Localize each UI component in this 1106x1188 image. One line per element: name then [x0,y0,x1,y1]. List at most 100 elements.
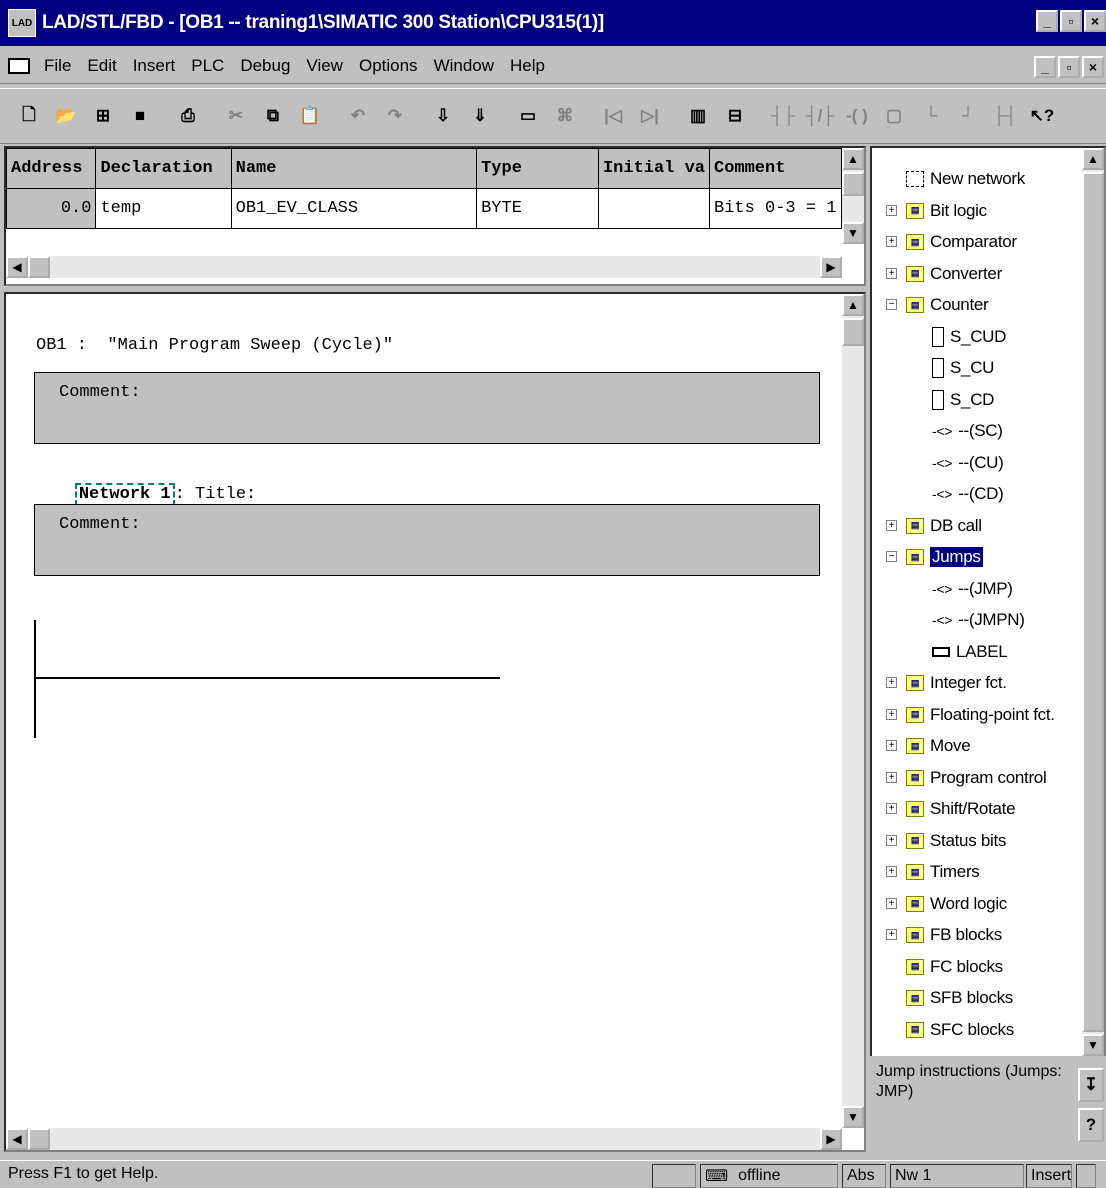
menu-view[interactable]: View [298,56,351,76]
copy-icon[interactable]: ⧉ [256,98,290,134]
catalog-item[interactable]: -<> --(SC) [932,416,1003,446]
undo-icon[interactable]: ↶ [341,98,375,134]
expand-icon[interactable]: + [886,204,897,216]
decl-vertical-scrollbar[interactable]: ▲ ▼ [842,148,864,244]
catalog-item[interactable]: S_CUD [932,322,1006,352]
catalog-icon[interactable]: ▥ [681,98,715,134]
network-label[interactable]: Network 1 [74,483,175,506]
catalog-vertical-scrollbar[interactable]: ▲ ▼ [1082,148,1104,1056]
network-comment-box[interactable]: Comment: [34,504,820,576]
catalog-item[interactable]: + ▤ Floating-point fct. [886,700,1055,730]
overview-icon[interactable]: ▭ [511,98,545,134]
catalog-item[interactable]: − ▤ Counter [886,290,989,320]
document-icon[interactable] [8,57,30,74]
expand-icon[interactable]: + [886,929,897,940]
expand-icon[interactable]: + [886,803,897,814]
catalog-item[interactable]: + ▤ FB blocks [886,920,1002,950]
decl-horizontal-scrollbar[interactable]: ◀ ▶ [6,256,842,278]
load-icon[interactable]: ⇩ [426,98,460,134]
scroll-down-icon[interactable]: ▼ [1082,1034,1104,1056]
catalog-item[interactable]: + ▤ Comparator [886,227,1017,257]
expand-icon[interactable]: + [886,236,897,247]
catalog-item[interactable]: -<> --(JMP) [932,574,1013,604]
branch-close-icon[interactable]: ┘ [951,98,985,134]
help-pointer-icon[interactable]: ↖? [1025,98,1059,134]
accessible-nodes-icon[interactable]: ⊞ [86,98,120,134]
catalog-item[interactable]: S_CD [932,385,994,415]
catalog-item[interactable]: − ▤ Jumps [886,542,983,572]
catalog-item[interactable]: + ▤ Program control [886,763,1047,793]
minimize-button[interactable]: _ [1036,10,1058,32]
save-icon[interactable]: ■ [123,98,157,134]
menu-edit[interactable]: Edit [79,56,124,76]
expand-icon[interactable]: + [886,771,897,783]
cell-type[interactable]: BYTE [476,188,599,229]
catalog-item[interactable]: + ▤ Timers [886,857,980,887]
info-help-icon[interactable]: ? [1078,1108,1104,1142]
table-row[interactable]: 0.0 temp OB1_EV_CLASS BYTE Bits 0-3 = 1 [6,188,842,229]
catalog-item[interactable]: LABEL [932,637,1008,667]
menu-debug[interactable]: Debug [232,56,298,76]
next-icon[interactable]: ▷| [633,98,667,134]
branch-open-icon[interactable]: └ [914,98,948,134]
scroll-thumb[interactable] [842,172,864,196]
catalog-item[interactable]: + ▤ Converter [886,259,1002,289]
menu-options[interactable]: Options [351,56,426,76]
expand-icon[interactable]: + [886,834,897,846]
contact-nc-icon[interactable]: ┤/├ [803,98,837,134]
code-editor-pane[interactable]: OB1 : "Main Program Sweep (Cycle)" Comme… [4,292,866,1152]
catalog-item[interactable]: + ▤ Move [886,731,971,761]
col-comment[interactable]: Comment [709,148,842,189]
code-horizontal-scrollbar[interactable]: ◀ ▶ [6,1128,842,1150]
contact-no-icon[interactable]: ┤├ [766,98,800,134]
cut-icon[interactable]: ✂ [219,98,253,134]
col-initial-value[interactable]: Initial va [597,148,711,189]
expand-icon[interactable]: + [886,677,897,688]
menu-file[interactable]: File [36,56,79,76]
scroll-thumb[interactable] [28,1128,50,1150]
catalog-item[interactable]: + ▤ Status bits [886,826,1006,856]
expand-icon[interactable]: + [886,740,897,751]
catalog-item[interactable]: ▤ FC blocks [906,952,1003,982]
new-icon[interactable]: 🗋 [12,98,46,134]
scroll-thumb[interactable] [1082,172,1104,1032]
catalog-item[interactable]: + ▤ Shift/Rotate [886,794,1016,824]
coil-toolbar-icon[interactable]: -( ) [840,98,874,134]
expand-icon[interactable]: + [886,866,897,877]
expand-icon[interactable]: + [886,897,897,909]
doc-restore-button[interactable]: ▫ [1058,56,1080,78]
catalog-item[interactable]: + ▤ DB call [886,511,982,541]
cell-comment[interactable]: Bits 0-3 = 1 [709,188,842,229]
prev-icon[interactable]: |◁ [596,98,630,134]
scroll-down-icon[interactable]: ▼ [842,1106,864,1128]
doc-close-button[interactable]: × [1082,56,1104,78]
scroll-up-icon[interactable]: ▲ [1082,148,1104,170]
redo-icon[interactable]: ↷ [378,98,412,134]
catalog-item[interactable]: + ▤ Integer fct. [886,668,1007,698]
col-name[interactable]: Name [230,148,478,189]
catalog-item[interactable]: ▤ SFC blocks [906,1015,1014,1045]
download-icon[interactable]: ⇓ [463,98,497,134]
scroll-left-icon[interactable]: ◀ [6,256,28,278]
expand-icon[interactable]: + [886,708,897,720]
code-vertical-scrollbar[interactable]: ▲ ▼ [842,294,864,1128]
restore-button[interactable]: ▫ [1060,10,1082,32]
collapse-icon[interactable]: − [886,299,897,310]
menu-help[interactable]: Help [502,56,553,76]
close-button[interactable]: × [1084,10,1106,32]
paste-icon[interactable]: 📋 [293,98,327,134]
scroll-thumb[interactable] [28,256,50,278]
catalog-item[interactable]: -<> --(CD) [932,479,1004,509]
expand-icon[interactable]: + [886,267,897,279]
cell-initial-value[interactable] [597,188,711,229]
col-declaration[interactable]: Declaration [95,148,232,189]
catalog-item[interactable]: + ▤ Word logic [886,889,1007,919]
menu-plc[interactable]: PLC [183,56,232,76]
doc-minimize-button[interactable]: _ [1034,56,1056,78]
cell-address[interactable]: 0.0 [6,188,97,229]
scroll-thumb[interactable] [842,318,864,346]
cell-declaration[interactable]: temp [95,188,232,229]
scroll-right-icon[interactable]: ▶ [820,256,842,278]
menu-insert[interactable]: Insert [125,56,184,76]
new-network-toolbar-icon[interactable]: ⊟ [718,98,752,134]
